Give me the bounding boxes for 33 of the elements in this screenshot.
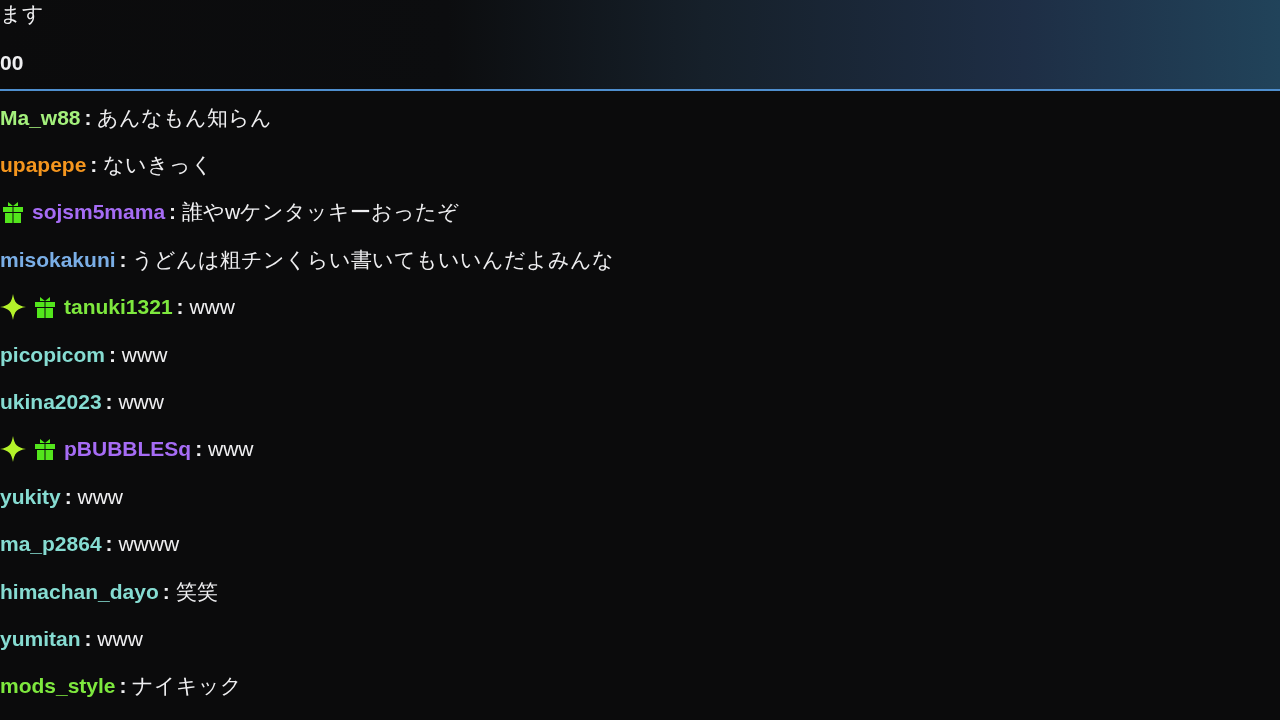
username[interactable]: ukina2023 <box>0 390 102 415</box>
message-text: : www <box>176 295 235 320</box>
gift-icon <box>32 294 58 321</box>
gift-icon <box>0 199 26 226</box>
message-text: : www <box>109 342 168 367</box>
sparkle-icon <box>0 436 26 463</box>
username[interactable]: Ma_w88 <box>0 105 81 130</box>
username[interactable]: upapepe <box>0 153 87 178</box>
username[interactable]: mods_style <box>0 674 116 699</box>
message-text: : あんなもん知らん <box>84 104 273 131</box>
message-text: : ナイキック <box>119 673 243 700</box>
message-text: : ないきっく <box>90 152 214 179</box>
message-text: : 笑笑 <box>162 578 218 605</box>
username[interactable]: picopicom <box>0 342 105 367</box>
message-text: : 誰やwケンタッキーおったぞ <box>169 199 460 226</box>
message-text: : www <box>84 627 143 651</box>
username[interactable]: yukity <box>0 484 61 509</box>
message-text: : www <box>64 484 124 509</box>
username[interactable]: himachan_dayo <box>0 579 159 604</box>
username[interactable]: ma_p2864 <box>0 532 102 557</box>
header-text: ます <box>0 1 45 26</box>
username[interactable]: sojsm5mama <box>32 200 166 225</box>
username[interactable]: tanuki1321 <box>64 295 173 320</box>
username[interactable]: pBUBBLESq <box>64 437 192 462</box>
username[interactable]: misokakuni <box>0 247 116 272</box>
message-text: : www <box>195 437 254 462</box>
username[interactable]: yumitan <box>0 627 81 651</box>
message-text: : www <box>105 390 164 415</box>
header-text: 00 <box>0 50 25 75</box>
message-text: : wwww <box>105 532 180 557</box>
gift-icon <box>32 436 58 463</box>
sparkle-icon <box>0 294 26 321</box>
message-text: : うどんは粗チンくらい書いてもいいんだよみんな <box>119 246 615 273</box>
